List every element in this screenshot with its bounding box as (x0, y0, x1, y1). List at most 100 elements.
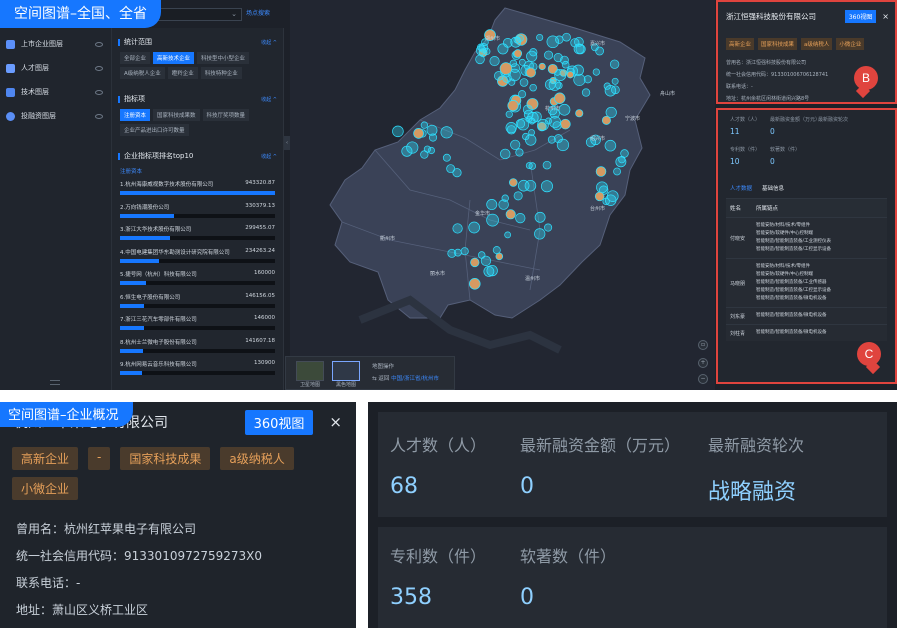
map-dot[interactable] (507, 100, 519, 112)
collapse-icon[interactable] (50, 380, 60, 385)
map-dot[interactable] (552, 121, 562, 131)
map-dot[interactable] (573, 73, 586, 86)
dark-thumb[interactable] (332, 361, 360, 381)
map-dot[interactable] (509, 178, 518, 187)
map-dot[interactable] (468, 221, 481, 234)
region-select[interactable]: ⌄ (158, 8, 242, 21)
map-dot[interactable] (538, 62, 546, 71)
map-dot[interactable] (540, 180, 553, 193)
province-map[interactable]: 杭州市 绍兴市 宁波市 衢州市 金华市 台州市 丽水市 温州市 舟山市 湖州市 嘉兴市 (290, 0, 715, 390)
filter-chip[interactable]: 科技特种企业 (200, 67, 242, 79)
map-dot[interactable] (536, 33, 544, 42)
map-dot[interactable] (548, 78, 561, 91)
lock-icon[interactable]: ▫ (698, 340, 708, 350)
collapse-link[interactable]: 收起 ^ (261, 153, 277, 160)
map-dot[interactable] (522, 132, 530, 141)
map-dot[interactable] (475, 54, 485, 65)
map-dot[interactable] (537, 118, 549, 131)
filter-chip[interactable]: A级纳税人企业 (120, 67, 165, 79)
map-dot[interactable] (595, 46, 605, 56)
map-dot[interactable] (515, 213, 526, 224)
tab-talent-data[interactable]: 人才数据 (730, 184, 752, 192)
map-dot[interactable] (494, 71, 504, 81)
map-dot[interactable] (519, 78, 529, 87)
eye-icon[interactable] (95, 89, 103, 95)
map-dot[interactable] (611, 85, 620, 95)
map-dot[interactable] (601, 115, 611, 125)
map-dot[interactable] (547, 135, 556, 144)
map-dot[interactable] (529, 83, 537, 92)
map-dot[interactable] (554, 68, 567, 81)
map-dot[interactable] (510, 36, 522, 48)
map-dot[interactable] (505, 110, 513, 118)
back-link[interactable]: 返回 (378, 376, 389, 382)
filter-chip[interactable]: 国家科技成果数 (153, 109, 200, 121)
map-dot[interactable] (504, 231, 512, 239)
layer-item-talent[interactable]: 人才图层 (0, 56, 111, 80)
map-dot[interactable] (392, 125, 404, 138)
map-dot[interactable] (513, 49, 523, 58)
filter-chip[interactable]: 注册资本 (120, 109, 151, 121)
map-dot[interactable] (544, 50, 554, 60)
map-dot[interactable] (510, 139, 521, 150)
map-dot[interactable] (505, 209, 516, 220)
map-dot[interactable] (542, 160, 552, 170)
map-dot[interactable] (501, 194, 509, 202)
view-360-button[interactable]: 360视图 (844, 10, 877, 23)
close-icon[interactable]: × (329, 413, 342, 431)
map-dot[interactable] (486, 198, 498, 210)
map-dot[interactable] (420, 150, 429, 159)
map-dot[interactable] (556, 138, 570, 152)
map-dot[interactable] (534, 228, 546, 240)
map-dot[interactable] (546, 35, 560, 49)
map-dot[interactable] (525, 67, 536, 78)
map-dot[interactable] (606, 190, 619, 202)
map-dot[interactable] (554, 92, 566, 104)
map-dot[interactable] (515, 148, 524, 157)
map-dot[interactable] (609, 59, 620, 69)
map-dot[interactable] (558, 103, 571, 116)
map-dot[interactable] (440, 126, 453, 139)
map-dot[interactable] (615, 156, 627, 168)
map-dot[interactable] (560, 118, 571, 130)
map-dot[interactable] (492, 246, 501, 255)
map-search-button[interactable]: 场点搜索 (246, 8, 270, 17)
filter-chip[interactable]: 科技厅奖项数量 (202, 109, 250, 121)
map-dot[interactable] (611, 77, 619, 85)
map-dot[interactable] (470, 257, 480, 268)
crumb-path[interactable]: 中国/浙江省/杭州市 (391, 376, 439, 382)
collapse-link[interactable]: 收起 ^ (261, 39, 277, 46)
filter-chip[interactable]: 全部企业 (120, 52, 151, 64)
map-dot[interactable] (592, 68, 600, 76)
map-dot[interactable] (581, 88, 591, 97)
map-dot[interactable] (595, 166, 607, 177)
map-dot[interactable] (500, 148, 511, 160)
eye-icon[interactable] (95, 113, 103, 119)
tab-basic-info[interactable]: 基础信息 (762, 184, 784, 192)
map-dot[interactable] (413, 128, 424, 139)
filter-chip[interactable]: 高新技术企业 (153, 52, 195, 64)
map-dot[interactable] (529, 48, 538, 57)
map-dot[interactable] (544, 223, 553, 232)
map-dot[interactable] (505, 122, 517, 134)
map-dot[interactable] (486, 264, 498, 277)
map-dot[interactable] (401, 145, 413, 157)
map-dot[interactable] (620, 149, 629, 158)
eye-icon[interactable] (95, 41, 103, 47)
map-dot[interactable] (489, 56, 500, 67)
map-dot[interactable] (517, 179, 530, 192)
map-dot[interactable] (508, 78, 516, 86)
map-dot[interactable] (573, 43, 585, 55)
view-360-button[interactable]: 360视图 (244, 409, 314, 435)
eye-icon[interactable] (95, 65, 103, 71)
map-dot[interactable] (562, 32, 571, 42)
map-dot[interactable] (446, 164, 456, 174)
filter-chip[interactable]: 瞪羚企业 (167, 67, 198, 79)
map-dot[interactable] (560, 55, 569, 65)
map-dot[interactable] (426, 124, 438, 136)
map-dot[interactable] (454, 248, 462, 257)
map-dot[interactable] (513, 191, 523, 201)
satellite-thumb[interactable] (296, 361, 324, 381)
map-dot[interactable] (460, 247, 469, 256)
zoom-in-icon[interactable]: + (698, 358, 708, 368)
